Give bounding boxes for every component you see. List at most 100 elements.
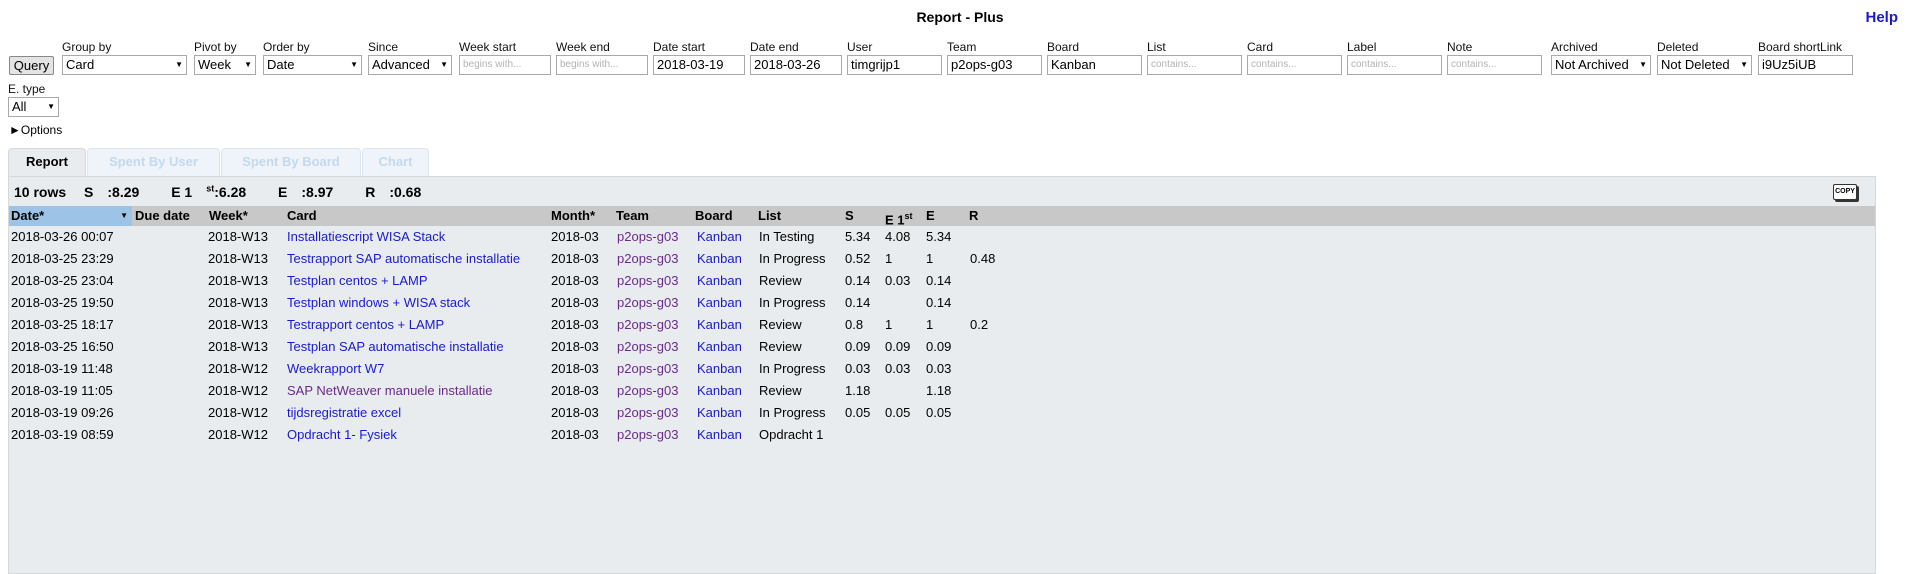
card-link[interactable]: Testplan windows + WISA stack <box>287 292 470 314</box>
user-input[interactable]: timgrijp1 <box>847 55 942 75</box>
card-link[interactable]: Testplan SAP automatische installatie <box>287 336 504 358</box>
cell-e: 1.18 <box>926 383 952 398</box>
team-link[interactable]: p2ops-g03 <box>617 270 678 292</box>
team-link[interactable]: p2ops-g03 <box>617 336 678 358</box>
column-header-e1[interactable]: E 1st <box>883 206 913 227</box>
cell-date: 2018-03-25 23:04 <box>11 273 114 288</box>
team-link[interactable]: p2ops-g03 <box>617 248 678 270</box>
week-start-input[interactable]: begins with... <box>459 55 551 75</box>
board-link[interactable]: Kanban <box>697 358 742 380</box>
column-header-list[interactable]: List <box>756 206 781 226</box>
team-input[interactable]: p2ops-g03 <box>947 55 1042 75</box>
board-link[interactable]: Kanban <box>697 292 742 314</box>
date-start-input[interactable]: 2018-03-19 <box>653 55 745 75</box>
card-link[interactable]: Installatiescript WISA Stack <box>287 226 445 248</box>
group-by-field: Group by Card ▼ <box>62 41 187 75</box>
week-end-input[interactable]: begins with... <box>556 55 648 75</box>
board-link[interactable]: Kanban <box>697 380 742 402</box>
cell-week: 2018-W12 <box>208 361 268 376</box>
options-toggle[interactable]: ►Options <box>9 123 62 137</box>
chevron-down-icon: ▼ <box>440 60 448 69</box>
team-link[interactable]: p2ops-g03 <box>617 314 678 336</box>
card-link[interactable]: Testrapport centos + LAMP <box>287 314 444 336</box>
cell-date: 2018-03-25 19:50 <box>11 295 114 310</box>
column-header-due-date[interactable]: Due date <box>133 206 190 226</box>
deleted-select[interactable]: Not Deleted ▼ <box>1657 55 1752 75</box>
week-start-field: Week start begins with... <box>459 41 551 75</box>
pivot-by-select[interactable]: Week ▼ <box>194 55 256 75</box>
order-by-select[interactable]: Date ▼ <box>263 55 362 75</box>
cell-month: 2018-03 <box>551 339 599 354</box>
column-header-team[interactable]: Team <box>614 206 649 226</box>
cell-month: 2018-03 <box>551 295 599 310</box>
column-header-e[interactable]: E <box>924 206 935 226</box>
cell-date: 2018-03-25 16:50 <box>11 339 114 354</box>
list-input[interactable]: contains... <box>1147 55 1242 75</box>
cell-e1: 1 <box>885 251 893 266</box>
cell-e1: 0.09 <box>885 339 911 354</box>
board-shortlink-input[interactable]: i9Uz5iUB <box>1758 55 1853 75</box>
board-link[interactable]: Kanban <box>697 402 742 424</box>
deleted-field: Deleted Not Deleted ▼ <box>1657 41 1752 75</box>
since-select[interactable]: Advanced ▼ <box>368 55 452 75</box>
team-link[interactable]: p2ops-g03 <box>617 380 678 402</box>
team-link[interactable]: p2ops-g03 <box>617 402 678 424</box>
card-link[interactable]: Testplan centos + LAMP <box>287 270 428 292</box>
copy-icon[interactable]: COPY <box>1833 184 1857 200</box>
date-end-input[interactable]: 2018-03-26 <box>750 55 842 75</box>
column-header-s[interactable]: S <box>843 206 854 226</box>
note-field: Note contains... <box>1447 41 1542 75</box>
label-input[interactable]: contains... <box>1347 55 1442 75</box>
column-header-board[interactable]: Board <box>693 206 733 226</box>
help-link[interactable]: Help <box>1865 9 1898 26</box>
board-link[interactable]: Kanban <box>697 314 742 336</box>
team-link[interactable]: p2ops-g03 <box>617 424 678 446</box>
cell-date: 2018-03-19 11:05 <box>11 383 113 398</box>
note-input[interactable]: contains... <box>1447 55 1542 75</box>
cell-week: 2018-W13 <box>208 229 268 244</box>
board-link[interactable]: Kanban <box>697 336 742 358</box>
tab-spent-by-user[interactable]: Spent By User <box>87 148 220 176</box>
card-link[interactable]: Testrapport SAP automatische installatie <box>287 248 520 270</box>
tab-report[interactable]: Report <box>8 148 86 177</box>
cell-s: 0.03 <box>845 361 871 376</box>
board-link[interactable]: Kanban <box>697 424 742 446</box>
cell-month: 2018-03 <box>551 361 599 376</box>
column-header-r[interactable]: R <box>967 206 978 226</box>
card-link[interactable]: SAP NetWeaver manuele installatie <box>287 380 492 402</box>
pivot-by-field: Pivot by Week ▼ <box>194 41 256 75</box>
card-input[interactable]: contains... <box>1247 55 1342 75</box>
column-header-month[interactable]: Month* <box>549 206 595 226</box>
board-link[interactable]: Kanban <box>697 270 742 292</box>
archived-field: Archived Not Archived ▼ <box>1551 41 1651 75</box>
e-type-select[interactable]: All ▼ <box>8 97 59 117</box>
table-row: 2018-03-19 09:26 2018-W12 tijdsregistratie… <box>9 402 1875 424</box>
tab-chart[interactable]: Chart <box>362 148 429 176</box>
board-link[interactable]: Kanban <box>697 226 742 248</box>
board-link[interactable]: Kanban <box>697 248 742 270</box>
table-row: 2018-03-25 23:29 2018-W13 Testrapport SAP … <box>9 248 1875 270</box>
board-input[interactable]: Kanban <box>1047 55 1142 75</box>
card-link[interactable]: Opdracht 1- Fysiek <box>287 424 397 446</box>
column-header-card[interactable]: Card <box>285 206 317 226</box>
column-header-date[interactable]: Date* ▼ <box>9 206 132 226</box>
cell-date: 2018-03-19 09:26 <box>11 405 114 420</box>
team-link[interactable]: p2ops-g03 <box>617 358 678 380</box>
column-header-week[interactable]: Week* <box>207 206 248 226</box>
filter-bar: Query Group by Card ▼ Pivot by Week ▼ Orde… <box>8 41 1920 77</box>
query-button[interactable]: Query <box>9 56 54 75</box>
tab-spent-by-board[interactable]: Spent By Board <box>221 148 361 176</box>
team-label: Team <box>947 40 977 54</box>
card-link[interactable]: Weekrapport W7 <box>287 358 384 380</box>
team-link[interactable]: p2ops-g03 <box>617 292 678 314</box>
group-by-select[interactable]: Card ▼ <box>62 55 187 75</box>
card-link[interactable]: tijdsregistratie excel <box>287 402 401 424</box>
cell-date: 2018-03-19 11:48 <box>11 361 113 376</box>
archived-select[interactable]: Not Archived ▼ <box>1551 55 1651 75</box>
team-link[interactable]: p2ops-g03 <box>617 226 678 248</box>
label-label: Label <box>1347 40 1377 54</box>
cell-week: 2018-W13 <box>208 251 268 266</box>
table-row: 2018-03-25 18:17 2018-W13 Testrapport cent… <box>9 314 1875 336</box>
cell-e: 0.09 <box>926 339 952 354</box>
cell-list: Opdracht 1 <box>759 427 824 442</box>
